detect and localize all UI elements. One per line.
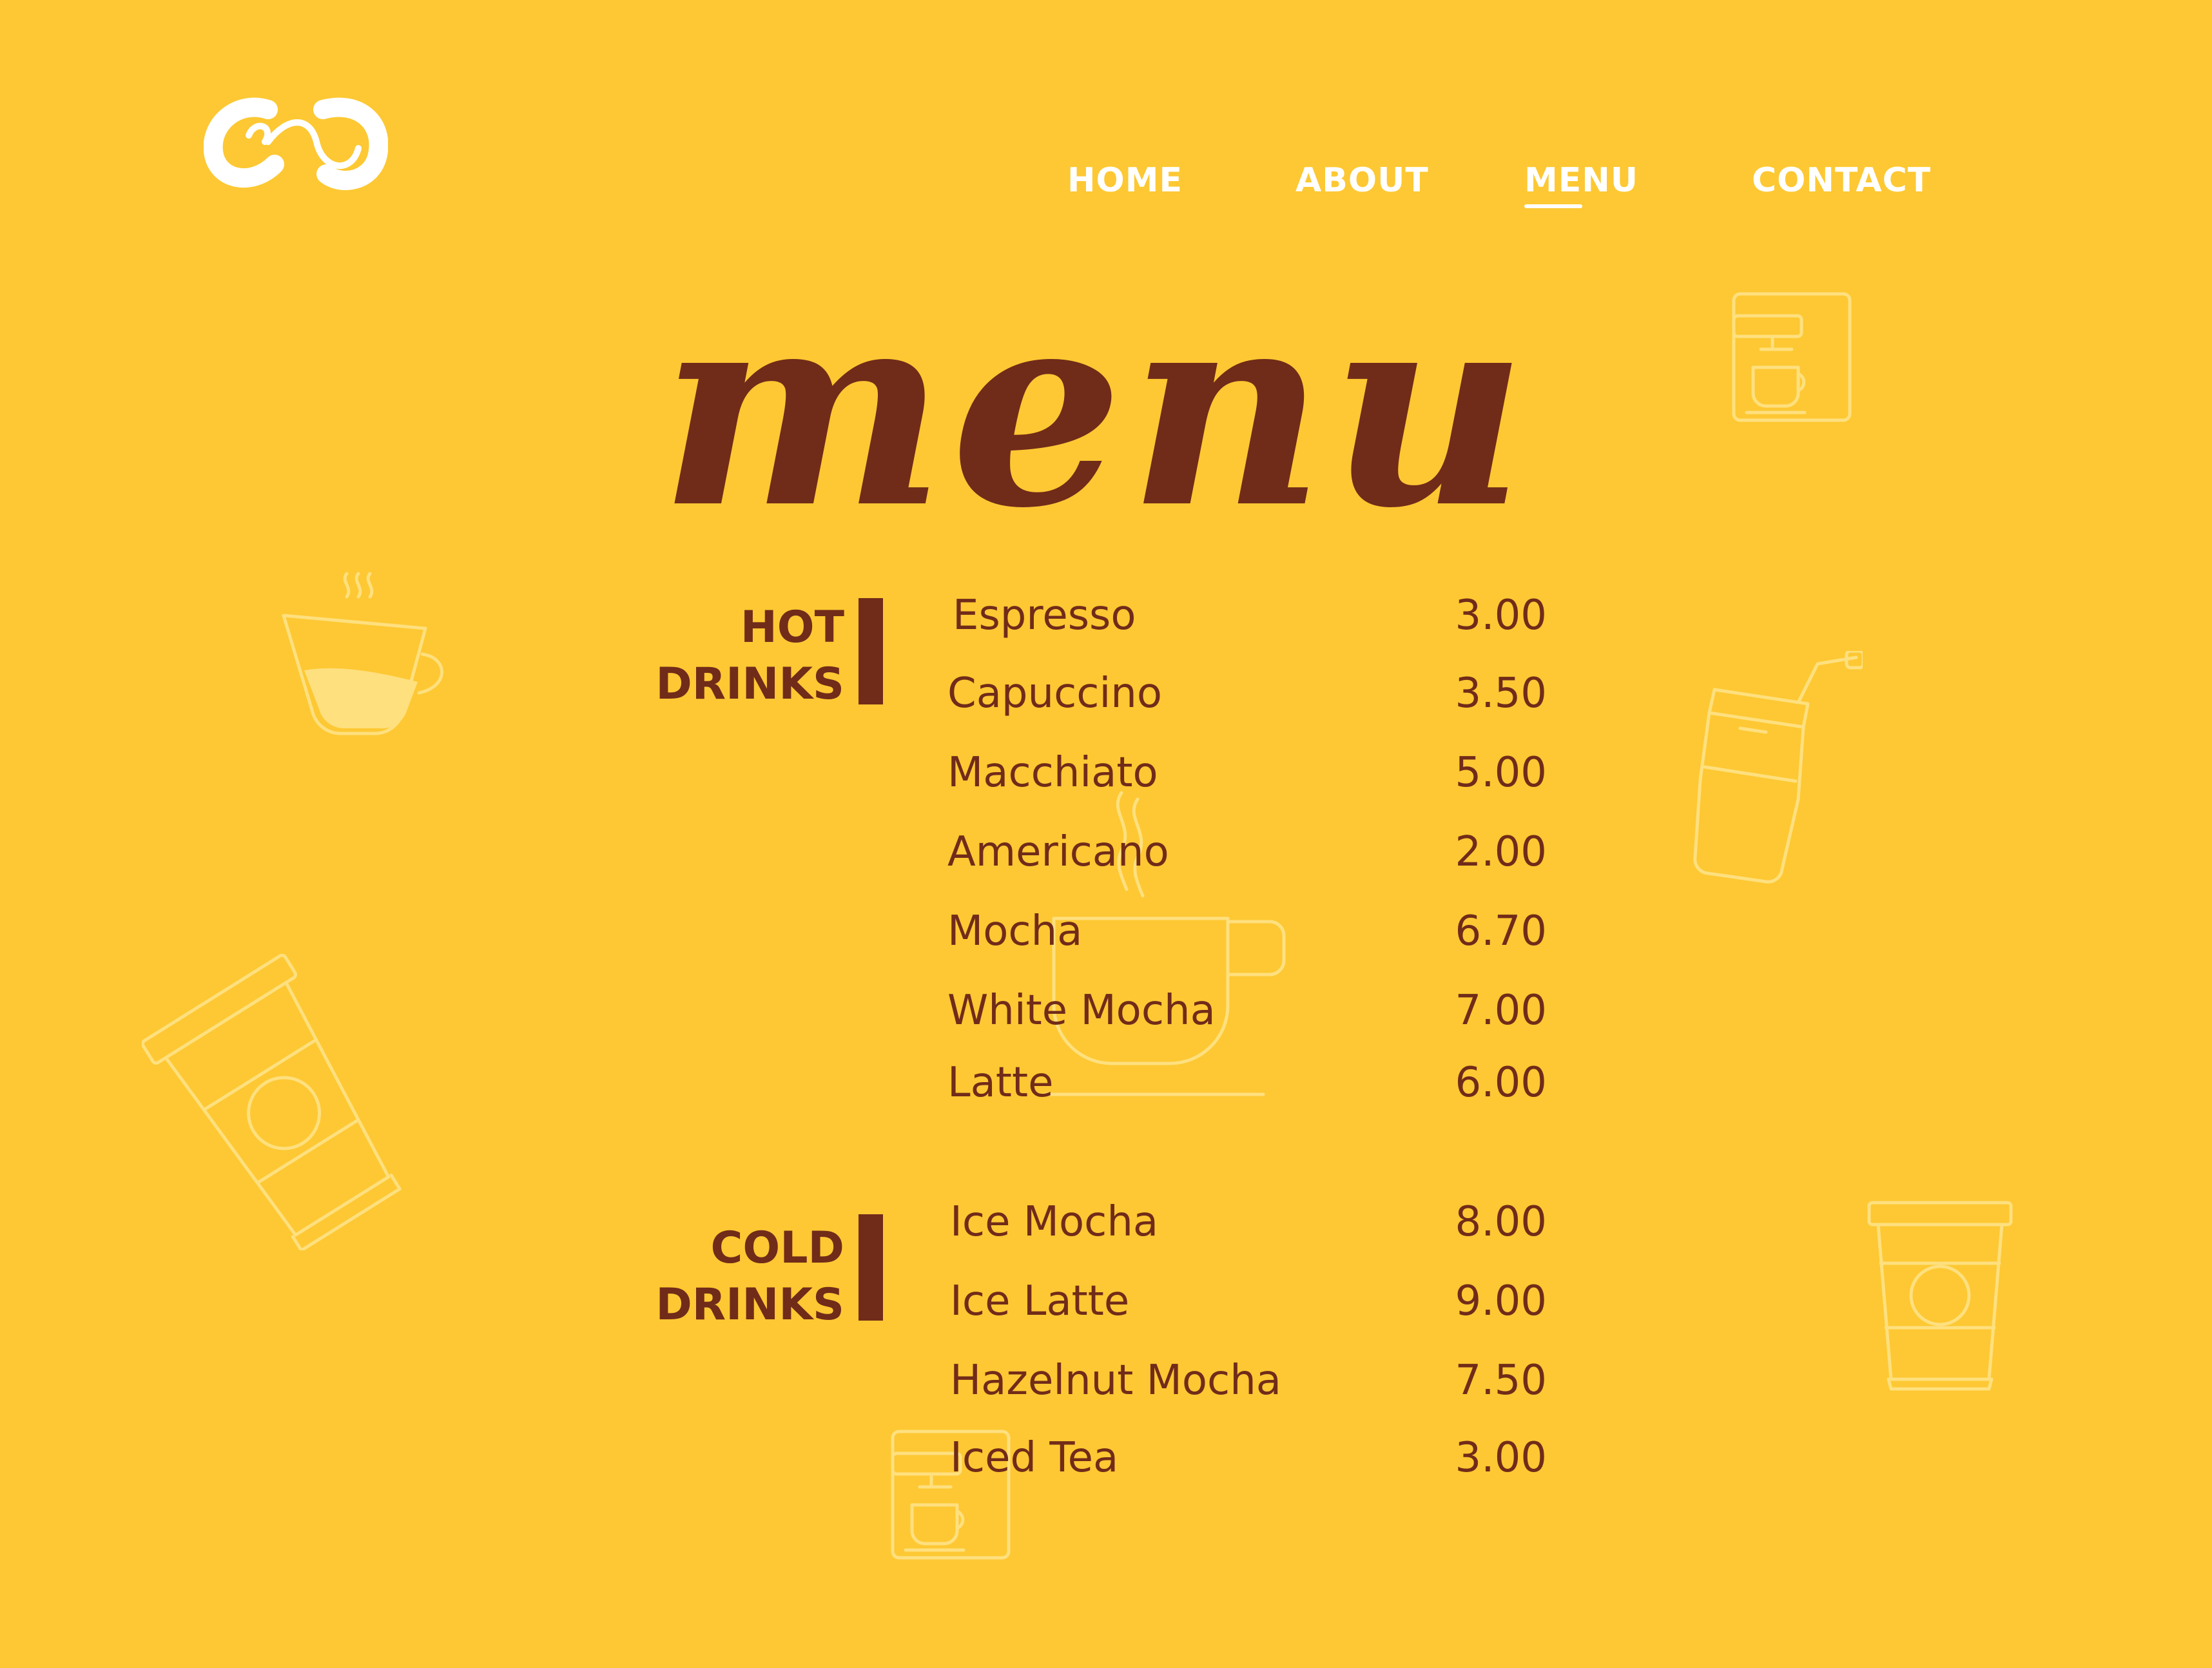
item-name: Macchiato bbox=[947, 749, 1158, 797]
item-price: 7.00 bbox=[1455, 987, 1547, 1034]
category-bar bbox=[859, 1214, 883, 1321]
item-name: Hazelnut Mocha bbox=[950, 1357, 1281, 1404]
item-price: 6.00 bbox=[1455, 1059, 1547, 1107]
item-name: Americano bbox=[947, 828, 1169, 876]
category-bar bbox=[859, 598, 883, 704]
item-price: 5.00 bbox=[1455, 749, 1547, 797]
item-name: Ice Mocha bbox=[950, 1198, 1159, 1246]
nav-menu-link[interactable]: MENU bbox=[1524, 158, 1639, 208]
category-heading-line2: DRINKS bbox=[655, 659, 844, 710]
item-name: Latte bbox=[947, 1059, 1054, 1107]
coffee-machine-icon bbox=[1727, 290, 1856, 425]
item-name: Mocha bbox=[947, 907, 1083, 955]
item-price: 7.50 bbox=[1455, 1357, 1547, 1404]
category-heading: HOT DRINKS bbox=[580, 599, 844, 713]
item-name: Capuccino bbox=[947, 670, 1162, 717]
nav-contact-link[interactable]: CONTACT bbox=[1752, 158, 1931, 203]
item-price: 2.00 bbox=[1455, 828, 1547, 876]
nav-about-link[interactable]: ABOUT bbox=[1295, 158, 1429, 203]
takeaway-cup-icon bbox=[1863, 1199, 2017, 1392]
brand-logo[interactable] bbox=[203, 97, 389, 193]
category-heading-line1: COLD bbox=[710, 1223, 845, 1274]
item-price: 3.00 bbox=[1455, 1434, 1547, 1482]
category-heading-line2: DRINKS bbox=[655, 1279, 844, 1330]
takeaway-cup-icon bbox=[142, 954, 412, 1250]
item-name: White Mocha bbox=[947, 987, 1216, 1034]
item-name: Espresso bbox=[953, 592, 1136, 639]
item-price: 3.50 bbox=[1455, 670, 1547, 717]
nav-menu-label: MENU bbox=[1524, 161, 1639, 200]
item-price: 9.00 bbox=[1455, 1277, 1547, 1325]
category-heading-line1: HOT bbox=[740, 602, 844, 653]
item-name: Iced Tea bbox=[950, 1434, 1119, 1482]
page-title: menu bbox=[659, 250, 1533, 568]
item-price: 6.70 bbox=[1455, 907, 1547, 955]
item-name: Ice Latte bbox=[950, 1277, 1130, 1325]
active-indicator bbox=[1524, 204, 1582, 208]
item-price: 8.00 bbox=[1455, 1198, 1547, 1246]
coffee-cup-icon bbox=[271, 567, 451, 748]
item-price: 3.00 bbox=[1455, 592, 1547, 639]
category-heading: COLD DRINKS bbox=[580, 1220, 844, 1333]
coffee-grinder-icon bbox=[1669, 651, 1863, 889]
nav-home-link[interactable]: HOME bbox=[1067, 158, 1183, 203]
